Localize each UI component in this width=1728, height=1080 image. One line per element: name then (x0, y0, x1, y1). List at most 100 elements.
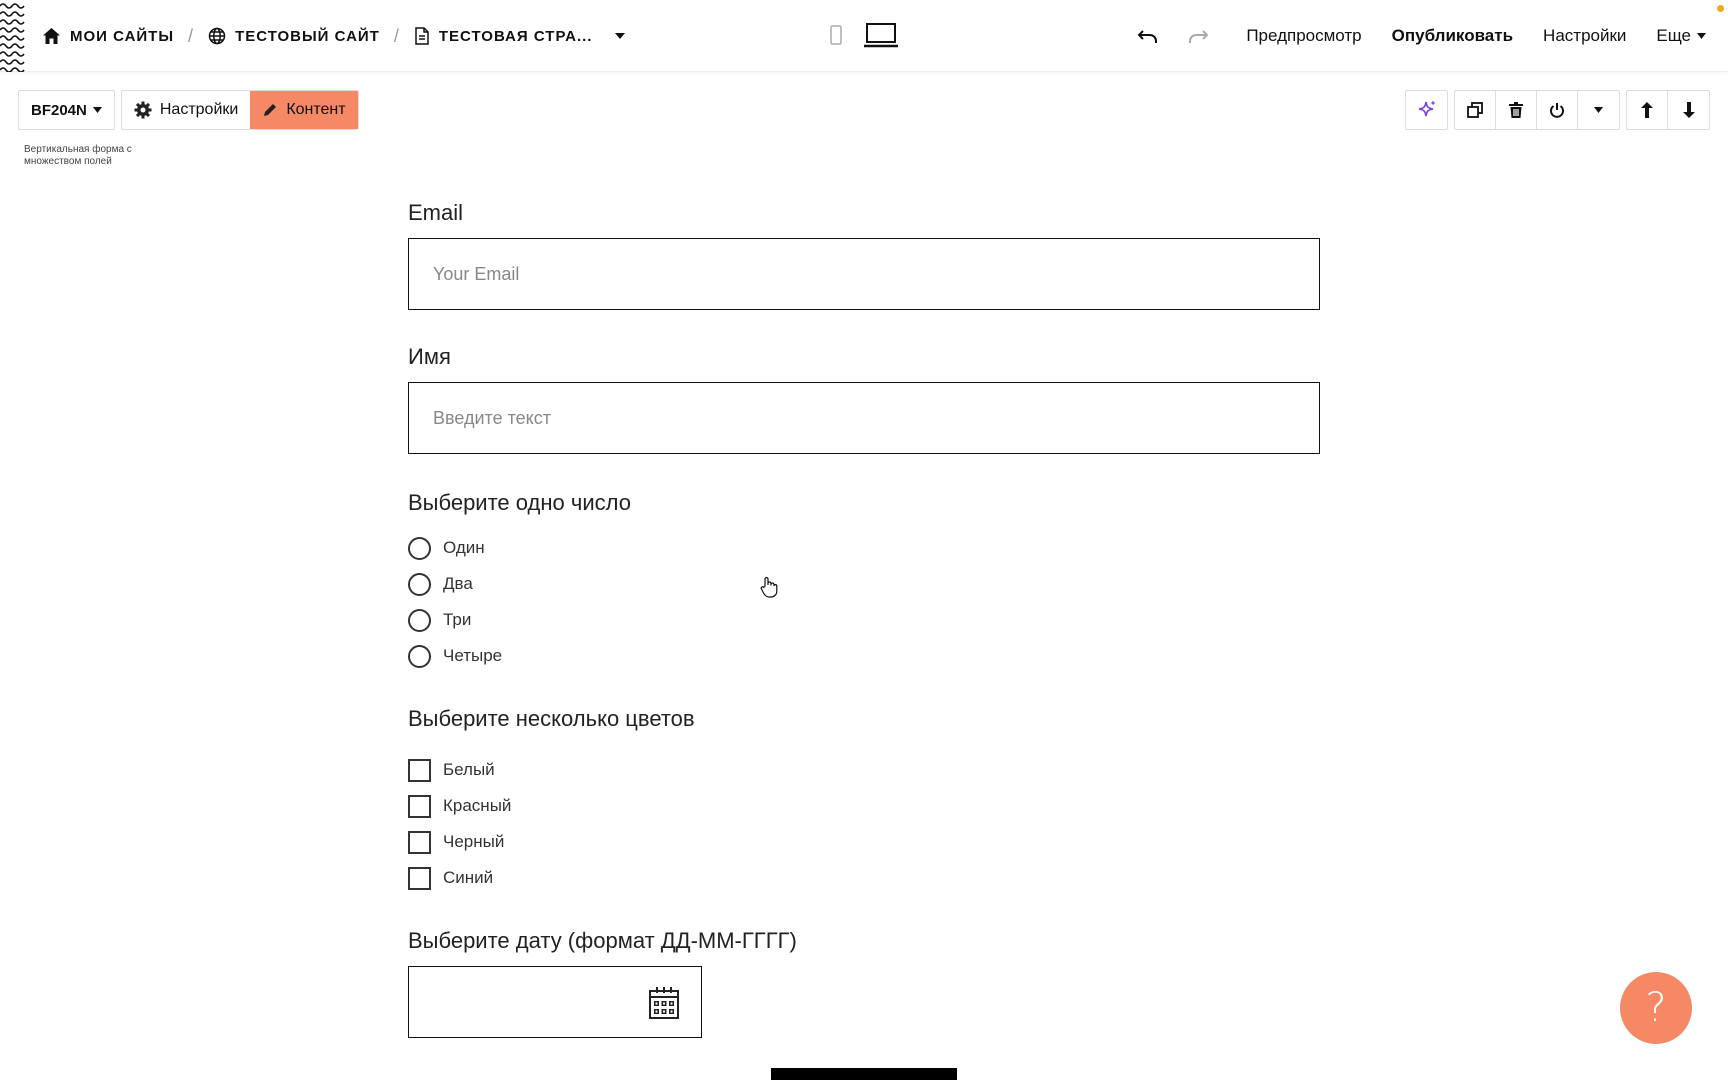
checkbox-option[interactable]: Белый (408, 752, 1320, 788)
globe-icon (208, 27, 226, 45)
arrow-down-icon (1682, 102, 1695, 118)
radio-group-label: Выберите одно число (408, 490, 631, 515)
breadcrumb-test-page[interactable]: ТЕСТОВАЯ СТРА... (414, 27, 626, 45)
name-field[interactable] (408, 382, 1320, 454)
desktop-icon[interactable] (864, 22, 898, 48)
radio-group: Выберите одно число Один Два Три Четыре (408, 490, 1320, 674)
breadcrumb-my-sites[interactable]: МОИ САЙТЫ (42, 27, 174, 45)
checkbox[interactable] (408, 866, 431, 890)
submit-button[interactable] (771, 1068, 957, 1080)
tab-block-content[interactable]: Контент (250, 91, 358, 129)
date-label: Выберите дату (формат ДД-ММ-ГГГГ) (408, 928, 797, 953)
ai-assist-button[interactable] (1406, 91, 1447, 129)
name-group: Имя (408, 344, 1320, 454)
chevron-down-icon (92, 107, 102, 113)
block-more-dropdown[interactable] (1578, 91, 1619, 129)
more-menu-label: Еще (1656, 26, 1691, 45)
pencil-icon (264, 104, 277, 116)
sparkle-icon (1418, 100, 1435, 117)
radio-button[interactable] (408, 536, 431, 560)
checkbox-group-label: Выберите несколько цветов (408, 706, 695, 731)
delete-block-button[interactable] (1496, 91, 1537, 129)
move-block-up-button[interactable] (1627, 91, 1668, 129)
date-group: Выберите дату (формат ДД-ММ-ГГГГ) (408, 928, 1320, 1038)
radio-button[interactable] (408, 572, 431, 596)
chevron-down-icon (1697, 33, 1706, 39)
undo-icon (1137, 30, 1158, 43)
email-group: Email (408, 200, 1320, 310)
checkbox-option-label: Белый (443, 760, 495, 779)
preview-button[interactable]: Предпросмотр (1246, 26, 1361, 46)
duplicate-icon (1467, 102, 1483, 118)
checkbox-option-label: Красный (443, 796, 512, 815)
radio-option-label: Три (443, 610, 472, 629)
date-field[interactable] (408, 966, 702, 1038)
checkbox-option[interactable]: Черный (408, 824, 1320, 860)
undo-button[interactable] (1132, 20, 1164, 52)
redo-icon (1189, 30, 1209, 43)
vertical-form: Email Имя Выберите одно число Один Два Три… (408, 200, 1320, 1076)
trash-icon (1509, 102, 1523, 118)
breadcrumb-test-site[interactable]: ТЕСТОВЫЙ САЙТ (208, 27, 380, 45)
radio-option-label: Четыре (443, 646, 503, 665)
tab-block-settings[interactable]: Настройки (122, 91, 250, 129)
publish-button[interactable]: Опубликовать (1392, 26, 1513, 46)
top-bar: МОИ САЙТЫ / ТЕСТОВЫЙ САЙТ / ТЕСТОВАЯ СТР… (0, 0, 1728, 72)
chevron-down-icon (1594, 107, 1603, 113)
checkbox-option[interactable]: Красный (408, 788, 1320, 824)
calendar-icon[interactable] (649, 987, 679, 1019)
block-id-dropdown[interactable]: BF204N (18, 90, 115, 130)
home-icon (43, 28, 60, 44)
email-label: Email (408, 200, 464, 225)
block-mode-tabs: Настройки Контент (120, 90, 359, 130)
device-switcher (830, 22, 898, 48)
duplicate-block-button[interactable] (1455, 91, 1496, 129)
block-toolbar: BF204N Настройки Контент (18, 90, 359, 130)
checkbox-group: Выберите несколько цветов Белый Красный Че… (408, 706, 1320, 896)
breadcrumb-separator: / (188, 25, 195, 46)
radio-option[interactable]: Четыре (408, 638, 1320, 674)
site-settings-button[interactable]: Настройки (1543, 26, 1626, 46)
chevron-down-icon[interactable] (615, 33, 626, 39)
breadcrumb-separator: / (393, 25, 400, 46)
radio-button[interactable] (408, 644, 431, 668)
radio-options: Один Два Три Четыре (408, 530, 1320, 674)
mobile-icon[interactable] (830, 25, 842, 45)
name-label: Имя (408, 344, 451, 369)
gear-icon (134, 101, 152, 119)
radio-option-label: Один (443, 538, 485, 557)
tab-block-settings-label: Настройки (159, 101, 239, 118)
block-actions (1405, 90, 1710, 130)
redo-button[interactable] (1182, 20, 1214, 52)
notification-dot (1717, 5, 1724, 12)
top-actions: Предпросмотр Опубликовать Настройки Еще (1132, 20, 1706, 52)
ai-tool-group (1405, 90, 1448, 130)
edit-tool-group (1454, 90, 1620, 130)
radio-option[interactable]: Три (408, 602, 1320, 638)
checkbox[interactable] (408, 830, 431, 854)
help-button[interactable]: ? (1620, 972, 1692, 1044)
checkbox[interactable] (408, 758, 431, 782)
checkbox-option[interactable]: Синий (408, 860, 1320, 896)
logo-icon[interactable] (0, 0, 26, 72)
more-menu-button[interactable]: Еще (1656, 26, 1706, 46)
radio-option[interactable]: Один (408, 530, 1320, 566)
page-icon (415, 27, 429, 45)
checkbox-options: Белый Красный Черный Синий (408, 752, 1320, 896)
question-icon: ? (1645, 985, 1667, 1031)
breadcrumb-my-sites-label: МОИ САЙТЫ (70, 27, 175, 45)
checkbox-option-label: Синий (443, 868, 494, 887)
arrow-up-icon (1641, 102, 1653, 118)
radio-button[interactable] (408, 608, 431, 632)
radio-option-label: Два (443, 574, 473, 593)
power-icon (1550, 103, 1564, 118)
breadcrumb-test-page-label: ТЕСТОВАЯ СТРА... (438, 27, 593, 45)
toggle-block-button[interactable] (1537, 91, 1578, 129)
radio-option[interactable]: Два (408, 566, 1320, 602)
tab-block-content-label: Контент (286, 101, 346, 118)
checkbox[interactable] (408, 794, 431, 818)
move-block-down-button[interactable] (1668, 91, 1709, 129)
breadcrumb-test-site-label: ТЕСТОВЫЙ САЙТ (235, 27, 380, 45)
email-field[interactable] (408, 238, 1320, 310)
checkbox-option-label: Черный (443, 832, 505, 851)
